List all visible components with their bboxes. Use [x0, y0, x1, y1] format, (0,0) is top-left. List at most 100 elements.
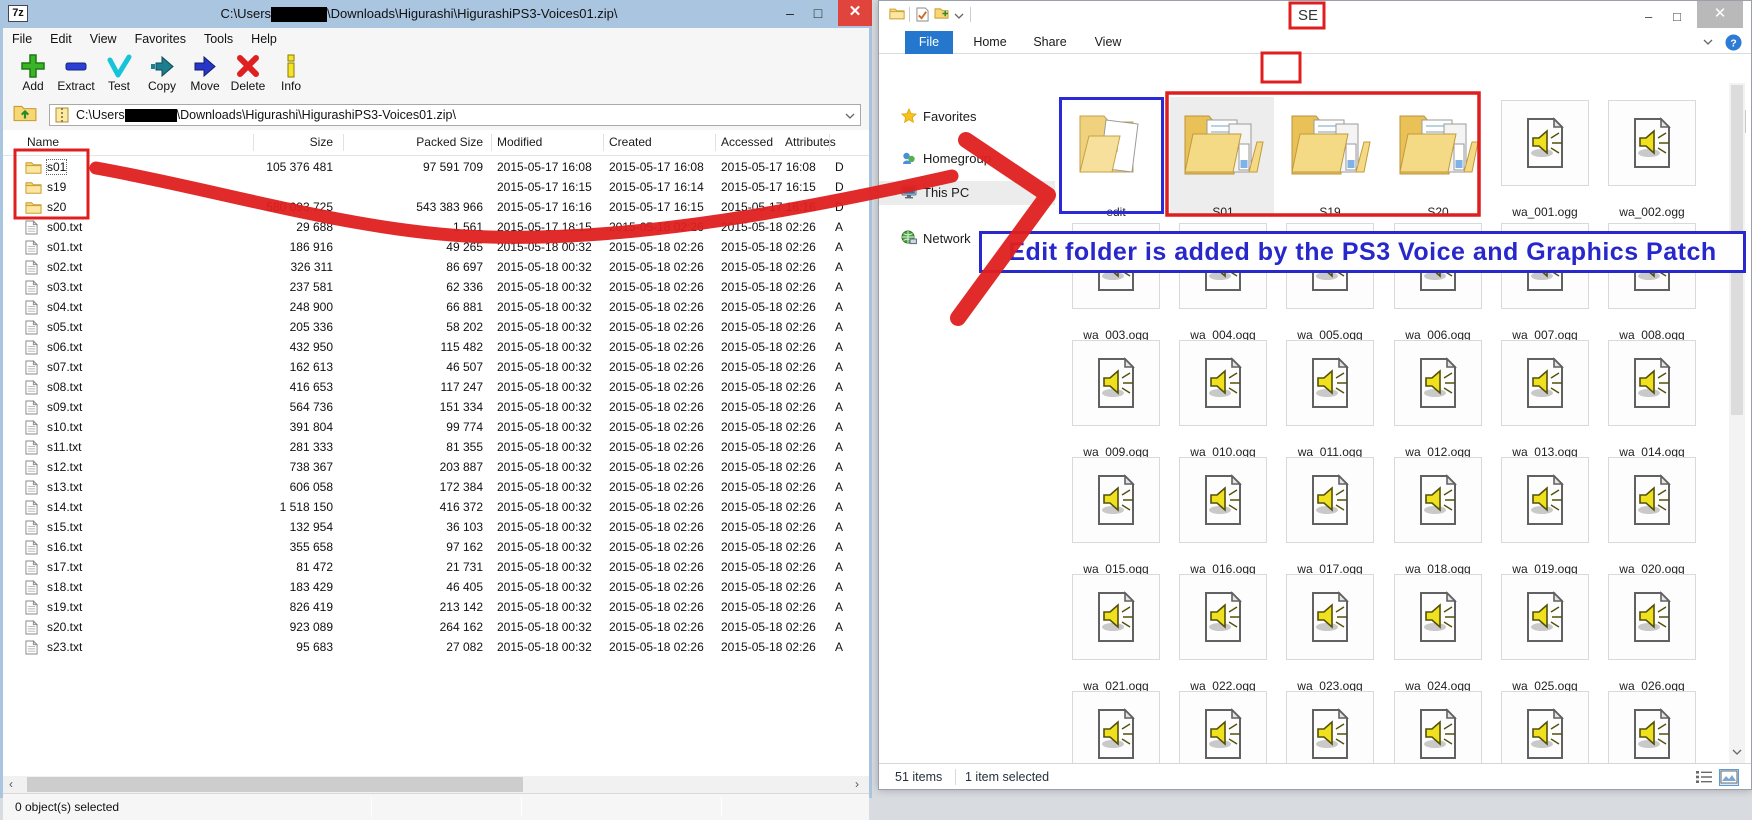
grid-item-wa_015-ogg[interactable] — [1072, 457, 1160, 543]
file-row[interactable]: s06.txt432 950115 4822015-05-18 00:32201… — [3, 338, 869, 358]
grid-item-s20[interactable] — [1396, 108, 1480, 178]
column-header-created[interactable]: Created — [609, 135, 652, 149]
grid-item-wa_020-ogg[interactable] — [1608, 457, 1696, 543]
tab-file[interactable]: File — [905, 31, 953, 54]
scroll-down-chevron-icon[interactable] — [1732, 749, 1742, 755]
sidebar-item-homegroup[interactable]: Homegroup — [879, 147, 1055, 171]
close-button[interactable]: ✕ — [1697, 1, 1743, 28]
file-row[interactable]: s00.txt29 6881 5612015-05-17 18:152015-0… — [3, 218, 869, 238]
minimize-button[interactable]: – — [778, 4, 802, 24]
column-header-accessed[interactable]: Accessed — [721, 135, 773, 149]
scroll-left-arrow[interactable]: ‹ — [9, 777, 13, 792]
grid-item-wa_023-ogg[interactable] — [1286, 574, 1374, 660]
file-row[interactable]: s09.txt564 736151 3342015-05-18 00:32201… — [3, 398, 869, 418]
grid-item-wa_022-ogg[interactable] — [1179, 574, 1267, 660]
grid-item-unlabeled[interactable] — [1072, 691, 1160, 763]
copy-button[interactable]: Copy — [140, 52, 184, 99]
file-row[interactable]: s20.txt923 089264 1622015-05-18 00:32201… — [3, 618, 869, 638]
tab-home[interactable]: Home — [967, 31, 1013, 54]
grid-item-wa_002-ogg[interactable] — [1608, 100, 1696, 186]
file-row[interactable]: s23.txt95 68327 0822015-05-18 00:322015-… — [3, 638, 869, 658]
info-button[interactable]: Info — [269, 52, 313, 99]
file-row[interactable]: s02.txt326 31186 6972015-05-18 00:322015… — [3, 258, 869, 278]
chevron-down-icon[interactable] — [842, 107, 858, 123]
properties-icon[interactable] — [916, 7, 929, 22]
grid-item-wa_021-ogg[interactable] — [1072, 574, 1160, 660]
grid-item-unlabeled[interactable] — [1179, 691, 1267, 763]
file-row[interactable]: s20580 093 725543 383 9662015-05-17 16:1… — [3, 198, 869, 218]
grid-item-wa_009-ogg[interactable] — [1072, 340, 1160, 426]
extract-button[interactable]: Extract — [54, 52, 98, 99]
grid-item-unlabeled[interactable] — [1286, 691, 1374, 763]
7zip-list-header[interactable]: Name Size Packed Size Modified Created Access… — [3, 130, 869, 156]
sidebar-item-this-pc[interactable]: This PC — [879, 181, 1055, 205]
thumbnail-view-toggle[interactable] — [1719, 769, 1739, 786]
7zip-titlebar[interactable]: 7z C:\Users\Downloads\Higurashi\Higurash… — [0, 0, 872, 28]
grid-item-wa_017-ogg[interactable] — [1286, 457, 1374, 543]
grid-item-wa_013-ogg[interactable] — [1501, 340, 1589, 426]
file-row[interactable]: s01.txt186 91649 2652015-05-18 00:322015… — [3, 238, 869, 258]
menu-item-favorites[interactable]: Favorites — [126, 28, 195, 46]
qat-customize-chevron-icon[interactable] — [954, 13, 964, 19]
grid-item-wa_012-ogg[interactable] — [1394, 340, 1482, 426]
file-row[interactable]: s19.txt826 419213 1422015-05-18 00:32201… — [3, 598, 869, 618]
up-folder-button[interactable] — [13, 103, 45, 127]
file-row[interactable]: s03.txt237 58162 3362015-05-18 00:322015… — [3, 278, 869, 298]
grid-item-wa_011-ogg[interactable] — [1286, 340, 1374, 426]
column-header-name[interactable]: Name — [27, 135, 59, 149]
file-row[interactable]: s12.txt738 367203 8872015-05-18 00:32201… — [3, 458, 869, 478]
folder-icon[interactable] — [889, 7, 905, 21]
file-row[interactable]: s08.txt416 653117 2472015-05-18 00:32201… — [3, 378, 869, 398]
scrollbar-thumb[interactable] — [27, 777, 523, 792]
tab-view[interactable]: View — [1087, 31, 1129, 54]
tab-share[interactable]: Share — [1027, 31, 1073, 54]
grid-item-wa_010-ogg[interactable] — [1179, 340, 1267, 426]
vertical-scrollbar[interactable] — [1729, 83, 1745, 763]
grid-item-wa_014-ogg[interactable] — [1608, 340, 1696, 426]
grid-item-wa_025-ogg[interactable] — [1501, 574, 1589, 660]
column-header-size[interactable]: Size — [233, 135, 333, 149]
sidebar-item-favorites[interactable]: Favorites — [879, 105, 1055, 129]
column-header-packed-size[interactable]: Packed Size — [373, 135, 483, 149]
file-row[interactable]: s01105 376 48197 591 7092015-05-17 16:08… — [3, 158, 869, 178]
menu-item-file[interactable]: File — [3, 28, 41, 46]
menu-item-view[interactable]: View — [81, 28, 126, 46]
menu-item-tools[interactable]: Tools — [195, 28, 242, 46]
horizontal-scrollbar[interactable]: ‹ › — [3, 776, 869, 793]
new-folder-icon[interactable] — [934, 7, 949, 20]
menu-item-edit[interactable]: Edit — [41, 28, 81, 46]
close-button[interactable]: ✕ — [838, 0, 872, 26]
grid-item-wa_018-ogg[interactable] — [1394, 457, 1482, 543]
test-button[interactable]: Test — [97, 52, 141, 99]
grid-item-wa_019-ogg[interactable] — [1501, 457, 1589, 543]
maximize-button[interactable]: □ — [806, 4, 830, 24]
grid-item-wa_024-ogg[interactable] — [1394, 574, 1482, 660]
ribbon-collapse-chevron-icon[interactable] — [1703, 39, 1713, 45]
explorer-titlebar[interactable]: SE – □ ✕ — [879, 1, 1751, 31]
grid-item-s01[interactable] — [1181, 108, 1265, 178]
file-row[interactable]: s13.txt606 058172 3842015-05-18 00:32201… — [3, 478, 869, 498]
move-button[interactable]: Move — [183, 52, 227, 99]
details-view-toggle-icon[interactable] — [1695, 770, 1715, 787]
grid-item-s19[interactable] — [1288, 108, 1372, 178]
file-row[interactable]: s17.txt81 47221 7312015-05-18 00:322015-… — [3, 558, 869, 578]
grid-item-wa_026-ogg[interactable] — [1608, 574, 1696, 660]
grid-item-unlabeled[interactable] — [1608, 691, 1696, 763]
file-row[interactable]: s07.txt162 61346 5072015-05-18 00:322015… — [3, 358, 869, 378]
file-row[interactable]: s05.txt205 33658 2022015-05-18 00:322015… — [3, 318, 869, 338]
file-row[interactable]: s11.txt281 33381 3552015-05-18 00:322015… — [3, 438, 869, 458]
scroll-right-arrow[interactable]: › — [855, 777, 859, 792]
grid-item-wa_016-ogg[interactable] — [1179, 457, 1267, 543]
column-header-modified[interactable]: Modified — [497, 135, 542, 149]
delete-button[interactable]: Delete — [226, 52, 270, 99]
add-button[interactable]: Add — [11, 52, 55, 99]
file-row[interactable]: s04.txt248 90066 8812015-05-18 00:322015… — [3, 298, 869, 318]
file-row[interactable]: s10.txt391 80499 7742015-05-18 00:322015… — [3, 418, 869, 438]
7zip-address-combo[interactable]: C:\Users\Downloads\Higurashi\HigurashiPS… — [49, 104, 861, 126]
grid-item-wa_001-ogg[interactable] — [1501, 100, 1589, 186]
help-icon[interactable] — [1725, 34, 1742, 51]
grid-item-unlabeled[interactable] — [1394, 691, 1482, 763]
file-row[interactable]: s16.txt355 65897 1622015-05-18 00:322015… — [3, 538, 869, 558]
file-row[interactable]: s15.txt132 95436 1032015-05-18 00:322015… — [3, 518, 869, 538]
grid-item-unlabeled[interactable] — [1501, 691, 1589, 763]
